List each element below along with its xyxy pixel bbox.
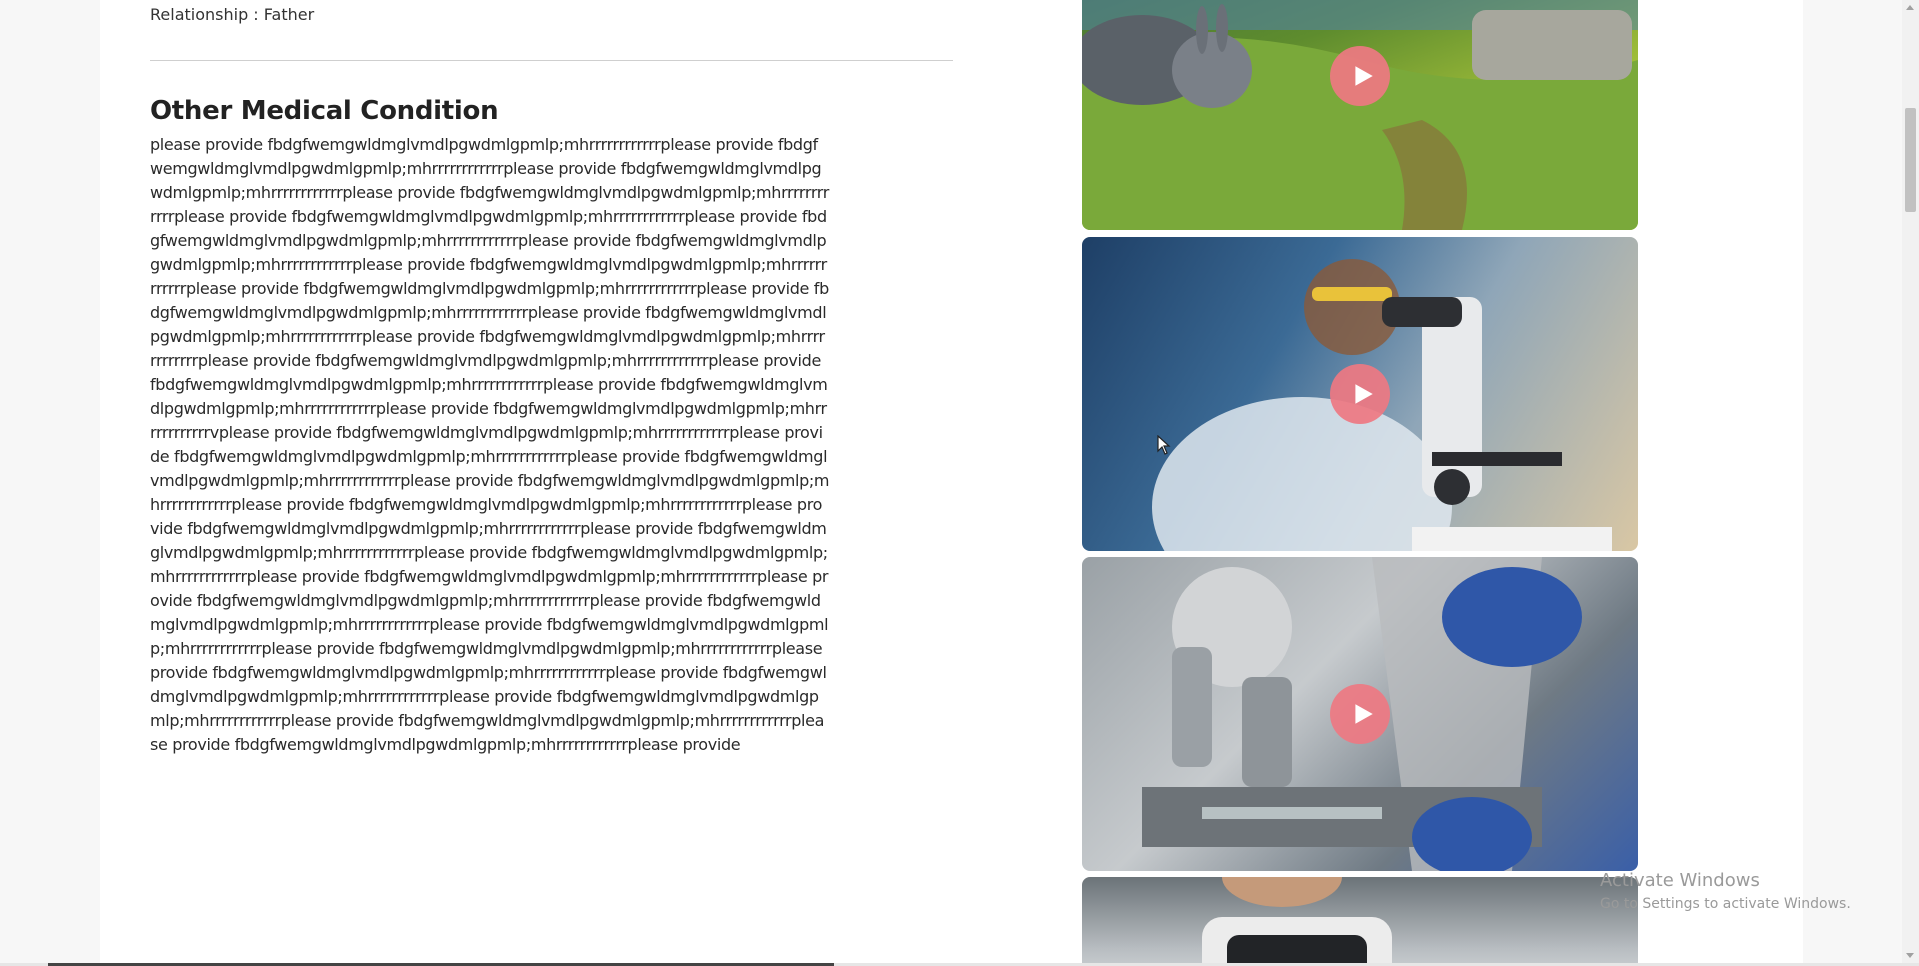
rabbit-scene [1082,0,1638,230]
scroll-thumb[interactable] [1905,108,1916,212]
play-icon [1354,704,1373,724]
divider [150,60,953,61]
scroll-down-arrow-icon[interactable] [1906,953,1914,958]
watermark-title: Activate Windows [1600,870,1760,891]
watermark-subtitle: Go to Settings to activate Windows. [1600,896,1851,912]
video-thumbnail[interactable] [1082,557,1638,871]
play-icon [1354,66,1373,86]
video-thumbnail[interactable] [1082,877,1638,963]
vertical-scrollbar[interactable] [1902,0,1919,963]
vr-headset-scene [1202,877,1392,963]
play-button[interactable] [1330,364,1390,424]
mouse-cursor-icon [1157,435,1171,455]
play-button[interactable] [1330,684,1390,744]
video-thumbnail[interactable] [1082,0,1638,230]
activation-watermark: Activate Windows Go to Settings to activ… [1600,870,1851,914]
video-thumbnail[interactable] [1082,237,1638,551]
play-icon [1354,384,1373,404]
content-card: Relationship : Father Other Medical Cond… [100,0,1803,963]
condition-text: please provide fbdgfwemgwldmglvmdlpgwdml… [150,135,830,754]
section-title: Other Medical Condition [150,96,499,126]
play-button[interactable] [1330,46,1390,106]
relationship-label: Relationship : Father [150,5,315,24]
scroll-up-arrow-icon[interactable] [1906,5,1914,10]
